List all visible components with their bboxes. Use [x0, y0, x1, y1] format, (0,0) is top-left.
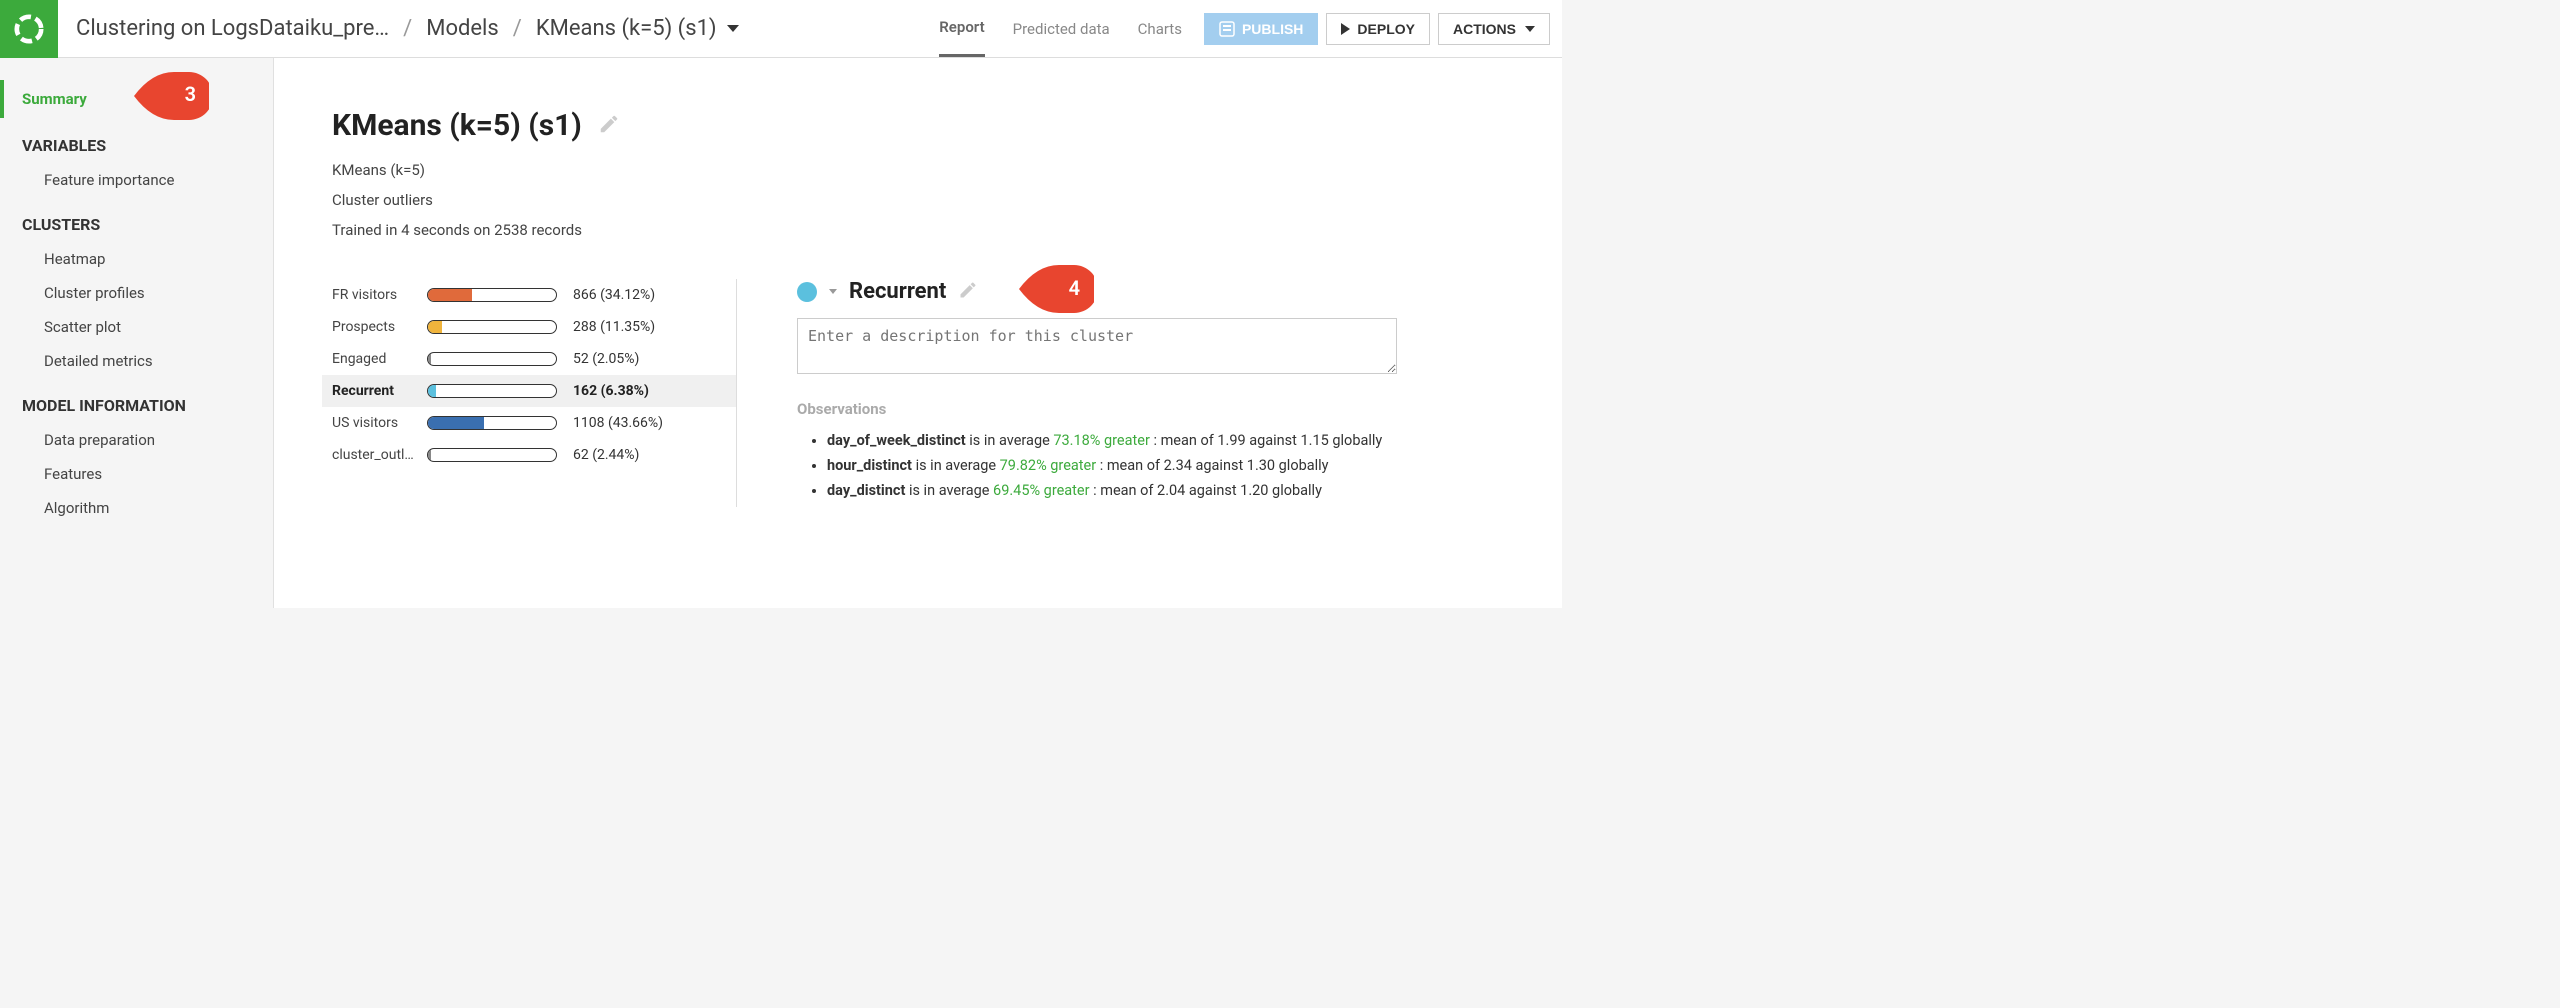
deploy-label: DEPLOY	[1357, 21, 1415, 37]
chevron-down-icon[interactable]	[727, 25, 739, 32]
algorithm-line: KMeans (k=5)	[332, 161, 1504, 179]
sidebar-item-algorithm[interactable]: Algorithm	[0, 491, 273, 525]
chevron-down-icon[interactable]	[829, 289, 837, 294]
breadcrumb-root[interactable]: Clustering on LogsDataiku_pre…	[76, 16, 389, 41]
observations-list: day_of_week_distinct is in average 73.18…	[797, 432, 1504, 499]
publish-button[interactable]: PUBLISH	[1204, 13, 1318, 45]
observation-item: day_of_week_distinct is in average 73.18…	[827, 432, 1504, 449]
annotation-number: 3	[185, 82, 196, 106]
cluster-bar	[427, 352, 557, 366]
pencil-icon[interactable]	[598, 113, 620, 139]
app-logo[interactable]	[0, 0, 58, 58]
cluster-name: Engaged	[332, 351, 427, 367]
cluster-detail: Recurrent 4 Observations day_o	[737, 279, 1504, 507]
sidebar-item-summary[interactable]: Summary 3	[0, 80, 273, 118]
cluster-bar	[427, 448, 557, 462]
breadcrumb: Clustering on LogsDataiku_pre… / Models …	[58, 16, 939, 41]
cluster-title-row: Recurrent 4	[797, 279, 1504, 304]
annotation-4: 4	[1019, 265, 1094, 313]
top-tabs: Report Predicted data Charts	[939, 0, 1192, 57]
publish-label: PUBLISH	[1242, 21, 1303, 37]
cluster-bar	[427, 288, 557, 302]
breadcrumb-sep: /	[403, 16, 412, 41]
observation-percent: 69.45% greater	[993, 482, 1089, 499]
chevron-down-icon	[1525, 26, 1535, 32]
cluster-color-dot[interactable]	[797, 282, 817, 302]
sidebar-item-scatter-plot[interactable]: Scatter plot	[0, 310, 273, 344]
cluster-stat: 866 (34.12%)	[573, 287, 655, 303]
annotation-3: 3	[134, 72, 209, 120]
observation-item: hour_distinct is in average 79.82% great…	[827, 457, 1504, 474]
pencil-icon[interactable]	[958, 280, 978, 304]
cluster-stat: 62 (2.44%)	[573, 447, 639, 463]
tab-report[interactable]: Report	[939, 0, 984, 57]
observation-feature: day_distinct	[827, 482, 905, 499]
sidebar-item-heatmap[interactable]: Heatmap	[0, 242, 273, 276]
cluster-stat: 52 (2.05%)	[573, 351, 639, 367]
cluster-bar	[427, 320, 557, 334]
dataiku-icon	[14, 14, 44, 44]
top-buttons: PUBLISH DEPLOY ACTIONS	[1192, 13, 1562, 45]
cluster-row[interactable]: cluster_outl… 62 (2.44%)	[332, 439, 736, 471]
observations-heading: Observations	[797, 400, 1504, 418]
cluster-name: cluster_outl…	[332, 447, 427, 463]
cluster-list: FR visitors 866 (34.12%) Prospects 288 (11.…	[332, 279, 737, 507]
breadcrumb-sep: /	[513, 16, 522, 41]
sidebar-heading-clusters: CLUSTERS	[0, 197, 273, 242]
cluster-row[interactable]: Engaged 52 (2.05%)	[332, 343, 736, 375]
sidebar-item-features[interactable]: Features	[0, 457, 273, 491]
sidebar-item-data-preparation[interactable]: Data preparation	[0, 423, 273, 457]
sidebar-heading-variables: VARIABLES	[0, 118, 273, 163]
sidebar-item-cluster-profiles[interactable]: Cluster profiles	[0, 276, 273, 310]
tab-predicted-data[interactable]: Predicted data	[1013, 0, 1110, 57]
play-icon	[1341, 23, 1350, 35]
title-row: KMeans (k=5) (s1)	[332, 108, 1504, 143]
cluster-title: Recurrent	[849, 279, 946, 304]
sidebar-item-feature-importance[interactable]: Feature importance	[0, 163, 273, 197]
cluster-row[interactable]: Prospects 288 (11.35%)	[332, 311, 736, 343]
cluster-name: US visitors	[332, 415, 427, 431]
two-columns: FR visitors 866 (34.12%) Prospects 288 (11.…	[332, 279, 1504, 507]
observation-item: day_distinct is in average 69.45% greate…	[827, 482, 1504, 499]
cluster-description-input[interactable]	[797, 318, 1397, 374]
breadcrumb-mid[interactable]: Models	[426, 16, 499, 41]
cluster-name: FR visitors	[332, 287, 427, 303]
content: KMeans (k=5) (s1) KMeans (k=5) Cluster o…	[273, 58, 1562, 608]
cluster-row[interactable]: US visitors 1108 (43.66%)	[332, 407, 736, 439]
tab-charts[interactable]: Charts	[1138, 0, 1182, 57]
breadcrumb-leaf[interactable]: KMeans (k=5) (s1)	[536, 16, 717, 41]
cluster-name: Prospects	[332, 319, 427, 335]
publish-icon	[1219, 21, 1235, 37]
sidebar-item-label: Summary	[22, 90, 87, 108]
topbar: Clustering on LogsDataiku_pre… / Models …	[0, 0, 1562, 58]
outliers-line: Cluster outliers	[332, 191, 1504, 209]
sidebar-heading-model-info: MODEL INFORMATION	[0, 378, 273, 423]
cluster-stat: 1108 (43.66%)	[573, 415, 663, 431]
observation-percent: 79.82% greater	[1000, 457, 1096, 474]
cluster-row[interactable]: FR visitors 866 (34.12%)	[332, 279, 736, 311]
cluster-name: Recurrent	[332, 383, 427, 399]
cluster-bar	[427, 384, 557, 398]
actions-label: ACTIONS	[1453, 21, 1516, 37]
cluster-row[interactable]: Recurrent 162 (6.38%)	[322, 375, 736, 407]
annotation-number: 4	[1069, 276, 1080, 300]
trained-line: Trained in 4 seconds on 2538 records	[332, 221, 1504, 239]
sidebar-item-detailed-metrics[interactable]: Detailed metrics	[0, 344, 273, 378]
cluster-stat: 162 (6.38%)	[573, 383, 649, 399]
cluster-bar	[427, 416, 557, 430]
deploy-button[interactable]: DEPLOY	[1326, 13, 1430, 45]
observation-feature: hour_distinct	[827, 457, 912, 474]
actions-button[interactable]: ACTIONS	[1438, 13, 1550, 45]
main: Summary 3 VARIABLES Feature importance C…	[0, 58, 1562, 608]
observation-percent: 73.18% greater	[1053, 432, 1149, 449]
cluster-stat: 288 (11.35%)	[573, 319, 655, 335]
sidebar: Summary 3 VARIABLES Feature importance C…	[0, 58, 273, 608]
page-title: KMeans (k=5) (s1)	[332, 108, 582, 143]
observation-feature: day_of_week_distinct	[827, 432, 966, 449]
